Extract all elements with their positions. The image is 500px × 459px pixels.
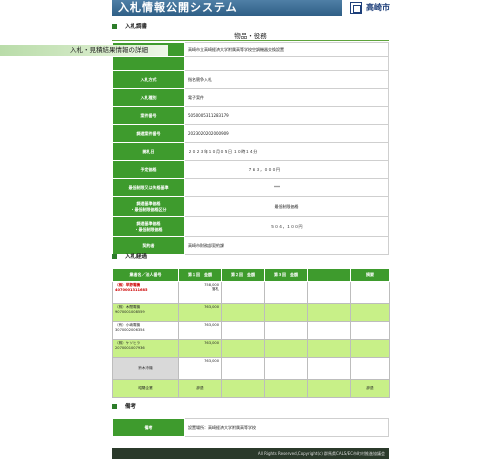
info-value: 最低制限価格 [184,196,389,217]
info-value: ５０４，１００円 [184,216,389,237]
section-marker-icon [112,254,117,259]
info-value: ７６３，０００円 [184,160,389,179]
remark-cell [350,281,390,304]
table-row: （株）早野電機 4070001311685 758,000 落札 [112,281,390,304]
bids-table: 業者名／法人番号 第１回 金額 第２回 金額 第３回 金額 摘要 （株）早野電機… [112,268,390,398]
city-name: 高崎市 [366,3,390,12]
bids-header-row: 業者名／法人番号 第１回 金額 第２回 金額 第３回 金額 摘要 [112,268,390,282]
info-row: 案件番号 5050005311283179 [112,106,389,125]
bidder-name: （株）木間電機 [115,305,141,309]
info-value: ２０２３年１０月０５日 １０時１４分 [184,142,389,161]
bidder-name: （株）ケソヒラ [115,341,141,345]
column-header: 業者名／法人番号 [112,268,179,282]
section-marker-icon [112,24,117,29]
info-value: 2023020202000909 [184,124,389,143]
column-header: 摘要 [350,268,390,282]
page-heading: 入札・見積結果情報の詳細 [0,45,168,56]
remark-cell [350,321,390,340]
bidder-name: （有）小嶋電機 [115,323,141,327]
bidder-cell: （株）木間電機 9070001008559 [112,303,179,322]
info-label: 入札種別 [112,88,185,107]
remark-cell [350,357,390,380]
bid-amount: 763,000 [178,303,222,322]
info-value: 高崎市立高崎経済大学附属高等学校空調機器交換設置 [184,42,389,57]
table-row: （有）小嶋電機 3070002006354 763,000 [112,321,390,340]
bidder-id: 4070001311685 [115,288,148,292]
info-label: 開札日 [112,142,185,161]
bidder-cell: 昭陽企業 [112,379,179,398]
table-row: 昭陽企業 辞退 辞退 [112,379,390,398]
remarks-value: 設置場所：高崎経済大学附属高等学校 [184,418,389,437]
award-mark: 落札 [211,287,219,291]
info-label: 調達案件番号 [112,124,185,143]
info-value: 5050005311283179 [184,106,389,125]
bid-amount: 辞退 [178,379,222,398]
column-header: 第１回 金額 [178,268,222,282]
remarks-label: 備考 [112,418,185,437]
info-row: 調達案件番号 2023020202000909 [112,124,389,143]
bid-amount-cell: 758,000 落札 [178,281,222,304]
column-header [307,268,351,282]
section-marker-icon [112,404,117,409]
info-row: 最低制限又は失格基準 *** [112,178,389,197]
city-emblem-icon [350,2,362,14]
info-row: 入札種別 電子案件 [112,88,389,107]
system-title: 入札情報公開システム [118,1,238,14]
info-label: 案件番号 [112,106,185,125]
info-label: 調達基準価格 ・最低制限価格 [112,216,185,237]
info-value: 電子案件 [184,88,389,107]
bid-amount: 763,000 [178,321,222,340]
bidder-name: 鈴木冷機 [138,366,153,370]
info-label: 最低制限又は失格基準 [112,178,185,197]
info-value: *** [184,178,389,197]
info-row: 入札方式 指名競争入札 [112,70,389,89]
bid-amount: 763,000 [178,339,222,358]
info-value: 指名競争入札 [184,70,389,89]
bidder-name: 昭陽企業 [138,386,153,390]
bidder-cell: （有）小嶋電機 3070002006354 [112,321,179,340]
info-table: 高崎市立高崎経済大学附属高等学校空調機器交換設置 入札方式 指名競争入札 入札種… [112,42,389,255]
info-row: 契約者 高崎市財務部契約課 [112,236,389,255]
remarks-row: 備考 設置場所：高崎経済大学附属高等学校 [112,418,389,437]
remarks-table: 備考 設置場所：高崎経済大学附属高等学校 [112,418,389,437]
category-label: 物品・役務 [112,31,389,41]
info-row: 予定価格 ７６３，０００円 [112,160,389,179]
info-row: 調達基準価格 ・最低制限価格 ５０４，１００円 [112,216,389,237]
remark-cell [350,303,390,322]
bidder-cell: 鈴木冷機 [112,357,179,380]
column-header: 第２回 金額 [221,268,265,282]
bidder-cell: （株）ケソヒラ 2070001007936 [112,339,179,358]
bidder-id: 2070001007936 [115,346,145,350]
table-row: 鈴木冷機 763,000 [112,357,390,380]
table-row: （株）ケソヒラ 2070001007936 763,000 [112,339,390,358]
section-heading-bids: 入札経過 [112,252,147,262]
info-label: 入札方式 [112,70,185,89]
info-row: 調達基準価格 ・最低制限価格区分 最低制限価格 [112,196,389,217]
section-heading-remarks: 備考 [112,402,136,412]
bidder-id: 9070001008559 [115,310,145,314]
copyright-footer: All Rights Reserved,Copyright(c) 群馬県CALS… [112,448,389,459]
info-value: 高崎市財務部契約課 [184,236,389,255]
bidder-name: （株）早野電機 [115,283,141,287]
table-row: （株）木間電機 9070001008559 763,000 [112,303,390,322]
spacer [112,56,389,71]
remark-cell: 辞退 [350,379,390,398]
info-label: 調達基準価格 ・最低制限価格区分 [112,196,185,217]
column-header: 第３回 金額 [264,268,308,282]
bidder-cell: （株）早野電機 4070001311685 [112,281,179,304]
info-label: 予定価格 [112,160,185,179]
remark-cell [350,339,390,358]
bid-amount: 763,000 [178,357,222,380]
info-row: 開札日 ２０２３年１０月０５日 １０時１４分 [112,142,389,161]
bidder-id: 3070002006354 [115,328,145,332]
